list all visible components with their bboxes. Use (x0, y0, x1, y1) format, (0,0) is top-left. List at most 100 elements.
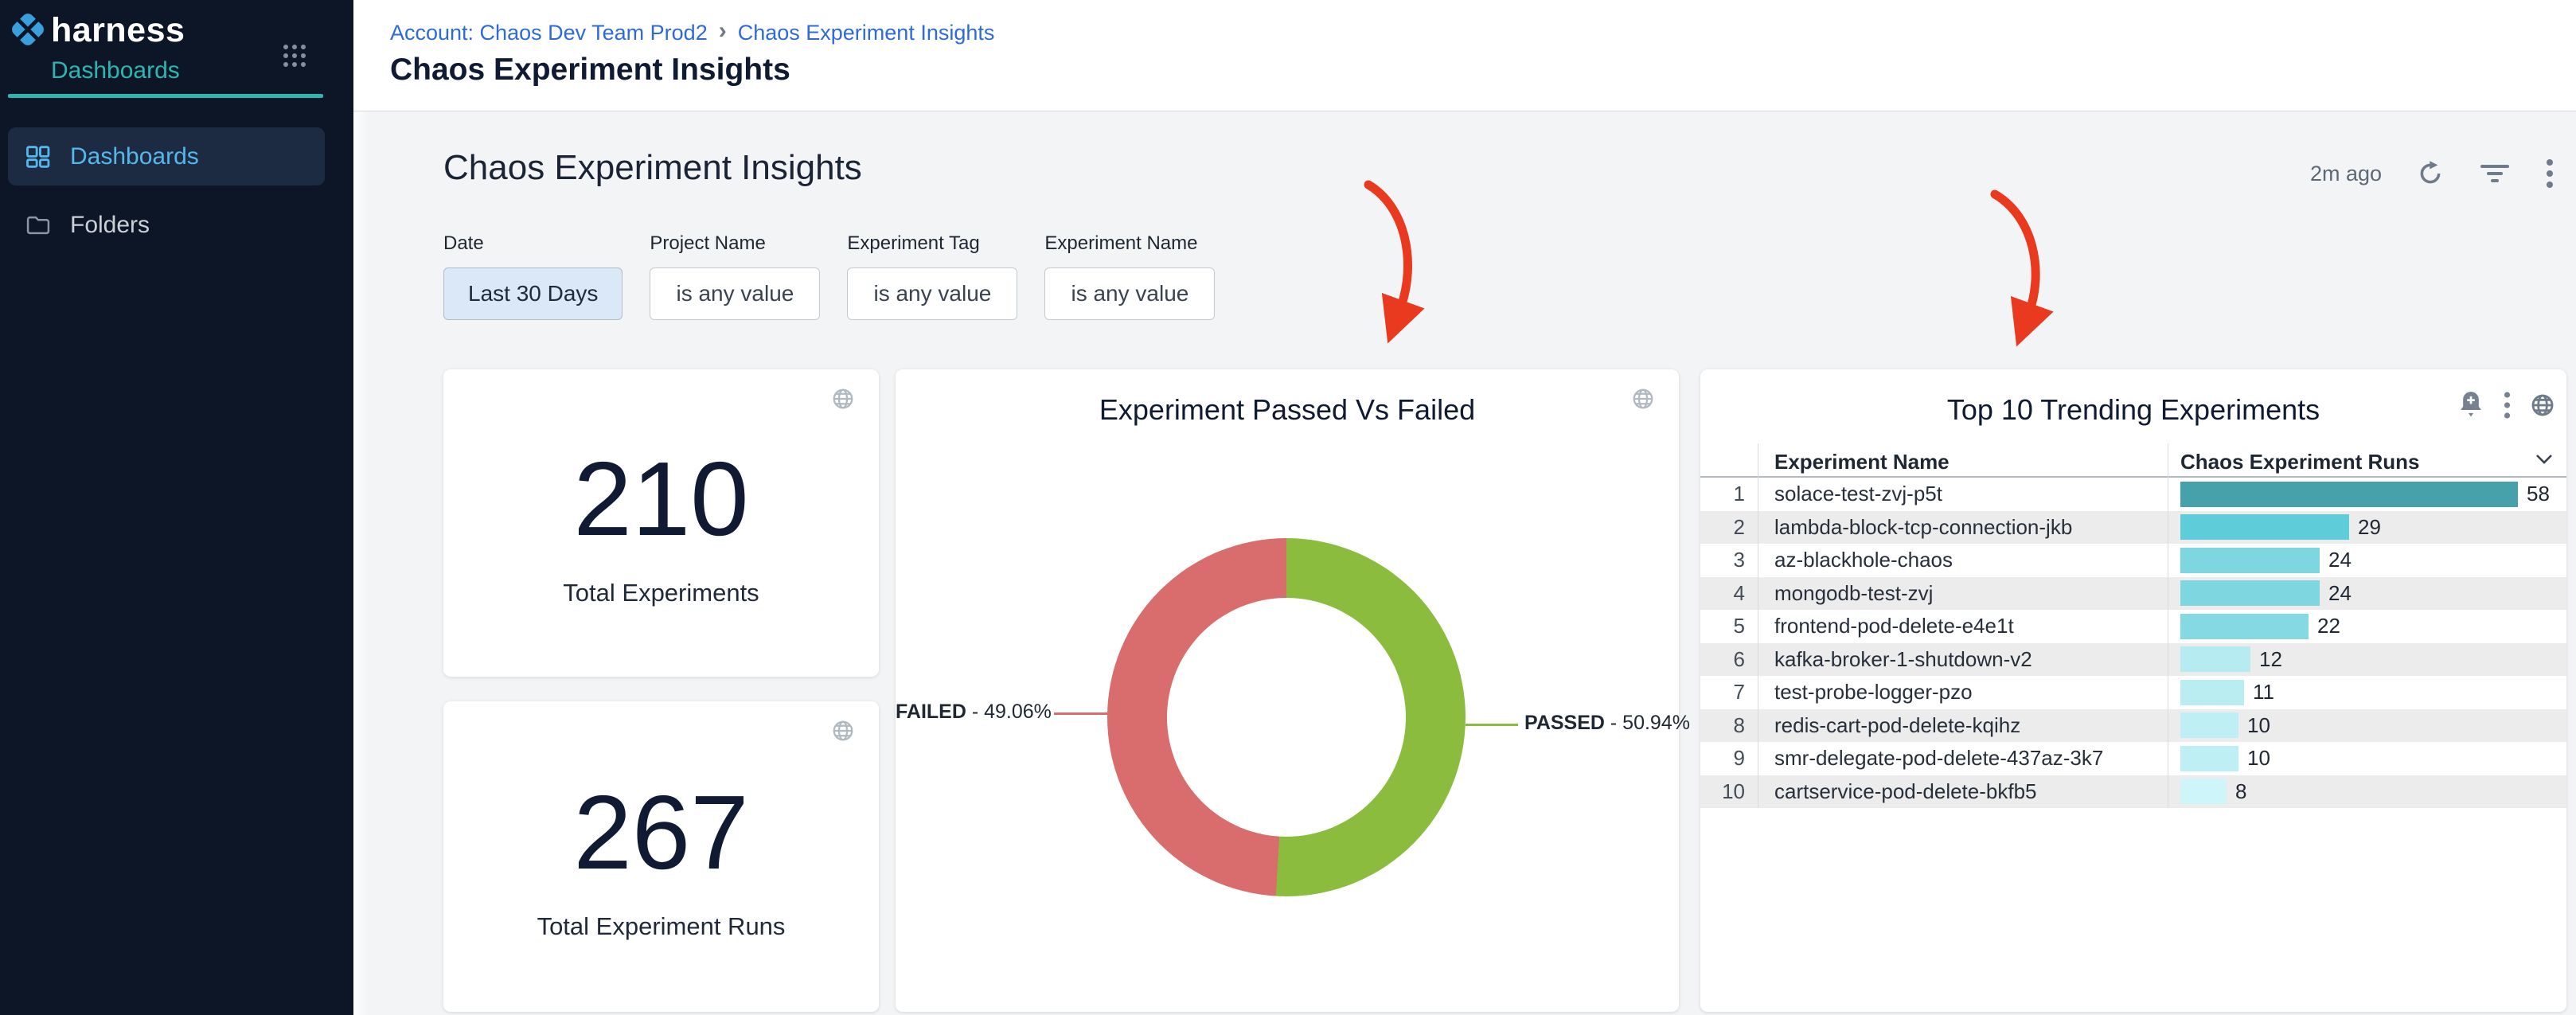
filter-label: Experiment Name (1044, 232, 1215, 255)
top-trending-experiments-card: Top 10 Trending Experiments (1700, 369, 2566, 1012)
folder-icon (25, 213, 51, 238)
runs-bar (2180, 779, 2227, 804)
table-header: Experiment Name Chaos Experiment Runs (1700, 443, 2566, 478)
row-rank: 6 (1700, 647, 1758, 672)
runs-value: 24 (2328, 548, 2352, 572)
topbar: Account: Chaos Dev Team Prod2 › Chaos Ex… (353, 0, 2576, 111)
row-rank: 8 (1700, 713, 1758, 738)
stat-label: Total Experiment Runs (537, 912, 786, 941)
dashboards-icon (25, 144, 51, 170)
filter-icon[interactable] (2479, 162, 2511, 185)
experiment-name-cell: az-blackhole-chaos (1758, 548, 2168, 572)
runs-bar (2180, 680, 2244, 705)
experiment-tag-filter-chip[interactable]: is any value (847, 267, 1017, 320)
breadcrumb-separator: › (719, 18, 727, 45)
experiment-name-cell: cartservice-pod-delete-bkfb5 (1758, 779, 2168, 804)
refresh-icon[interactable] (2417, 160, 2444, 187)
chevron-down-icon[interactable] (2535, 453, 2554, 465)
app-root: harness Dashboards Dashboard (0, 0, 2576, 1015)
globe-icon[interactable] (2530, 392, 2555, 418)
sidebar-item-folders[interactable]: Folders (8, 199, 325, 252)
table-row: 8 redis-cart-pod-delete-kqihz 10 (1700, 709, 2566, 743)
dashboard-title: Chaos Experiment Insights (443, 148, 862, 188)
runs-value: 24 (2328, 581, 2352, 606)
runs-bar (2180, 712, 2238, 738)
runs-value: 29 (2358, 515, 2381, 540)
experiment-name-cell: kafka-broker-1-shutdown-v2 (1758, 647, 2168, 672)
column-header-chaos-experiment-runs[interactable]: Chaos Experiment Runs (2180, 450, 2420, 474)
alert-bell-plus-icon[interactable] (2457, 390, 2484, 420)
brand-underline (8, 94, 323, 98)
row-rank: 7 (1700, 680, 1758, 705)
donut-ring (1107, 538, 1466, 896)
runs-value: 11 (2253, 680, 2274, 705)
column-header-experiment-name[interactable]: Experiment Name (1774, 450, 1950, 474)
runs-bar (2180, 482, 2518, 507)
runs-bar (2180, 614, 2309, 639)
runs-bar (2180, 646, 2250, 672)
globe-icon[interactable] (831, 719, 855, 743)
runs-value: 8 (2235, 779, 2246, 804)
filter-label: Experiment Tag (847, 232, 1017, 255)
total-experiment-runs-card: 267 Total Experiment Runs (443, 701, 879, 1012)
content-edge-fade (353, 111, 369, 1015)
passed-slice-label: PASSED - 50.94% (1524, 712, 1690, 735)
failed-label-name: FAILED (896, 701, 966, 723)
filter-date: Date Last 30 Days (443, 232, 623, 320)
runs-value: 22 (2317, 614, 2340, 638)
date-filter-chip[interactable]: Last 30 Days (443, 267, 623, 320)
total-experiments-card: 210 Total Experiments (443, 369, 879, 677)
breadcrumb-current-link[interactable]: Chaos Experiment Insights (738, 21, 995, 45)
table-row: 10 cartservice-pod-delete-bkfb5 8 (1700, 775, 2566, 809)
runs-bar (2180, 514, 2349, 540)
passed-callout-line (1466, 724, 1518, 726)
row-rank: 9 (1700, 746, 1758, 771)
globe-icon[interactable] (1631, 387, 1655, 411)
runs-value: 10 (2247, 713, 2270, 738)
sidebar-item-dashboards[interactable]: Dashboards (8, 127, 325, 185)
brand-wordmark[interactable]: harness (51, 11, 185, 50)
product-label: Dashboards (51, 57, 180, 84)
chart-title: Top 10 Trending Experiments (1700, 393, 2566, 427)
table-row: 1 solace-test-zvj-p5t 58 (1700, 478, 2566, 511)
breadcrumb: Account: Chaos Dev Team Prod2 › Chaos Ex… (390, 19, 994, 46)
more-vertical-icon[interactable] (2504, 391, 2511, 420)
sidebar-item-label: Dashboards (70, 143, 199, 170)
passed-label-pct: - 50.94% (1605, 712, 1690, 734)
experiment-name-cell: smr-delegate-pod-delete-437az-3k7 (1758, 746, 2168, 771)
passed-vs-failed-card: Experiment Passed Vs Failed FAILED - 49.… (896, 369, 1679, 1012)
experiment-name-cell: frontend-pod-delete-e4e1t (1758, 614, 2168, 638)
globe-icon[interactable] (831, 387, 855, 411)
apps-grid-icon[interactable] (280, 41, 309, 70)
filter-experiment-tag: Experiment Tag is any value (847, 232, 1017, 320)
runs-bar (2180, 746, 2238, 771)
table-body: 1 solace-test-zvj-p5t 58 2 lambda-block-… (1700, 478, 2566, 808)
filter-label: Date (443, 232, 623, 255)
experiment-name-cell: mongodb-test-zvj (1758, 581, 2168, 606)
experiment-name-cell: redis-cart-pod-delete-kqihz (1758, 713, 2168, 738)
table-row: 7 test-probe-logger-pzo 11 (1700, 676, 2566, 709)
experiment-name-filter-chip[interactable]: is any value (1044, 267, 1215, 320)
failed-label-pct: - 49.06% (966, 701, 1052, 723)
breadcrumb-account-link[interactable]: Account: Chaos Dev Team Prod2 (390, 21, 708, 45)
project-name-filter-chip[interactable]: is any value (650, 267, 820, 320)
stat-value: 267 (573, 780, 748, 885)
harness-logo-icon[interactable] (8, 10, 48, 49)
row-rank: 3 (1700, 548, 1758, 572)
card-actions (2457, 390, 2555, 420)
runs-value: 12 (2259, 647, 2282, 672)
stat-label: Total Experiments (563, 579, 759, 607)
runs-value: 10 (2247, 746, 2270, 771)
table-row: 2 lambda-block-tcp-connection-jkb 29 (1700, 511, 2566, 545)
more-vertical-icon[interactable] (2546, 158, 2554, 189)
table-row: 9 smr-delegate-pod-delete-437az-3k7 10 (1700, 742, 2566, 775)
table-row: 4 mongodb-test-zvj 24 (1700, 577, 2566, 611)
sidebar: harness Dashboards Dashboard (0, 0, 353, 1015)
experiment-name-cell: test-probe-logger-pzo (1758, 680, 2168, 705)
filter-label: Project Name (650, 232, 820, 255)
experiment-name-cell: lambda-block-tcp-connection-jkb (1758, 515, 2168, 540)
row-rank: 5 (1700, 614, 1758, 638)
dashboard-canvas: Chaos Experiment Insights 2m ago (353, 111, 2576, 1015)
chart-title: Experiment Passed Vs Failed (896, 393, 1679, 427)
failed-slice-label: FAILED - 49.06% (896, 701, 1048, 724)
